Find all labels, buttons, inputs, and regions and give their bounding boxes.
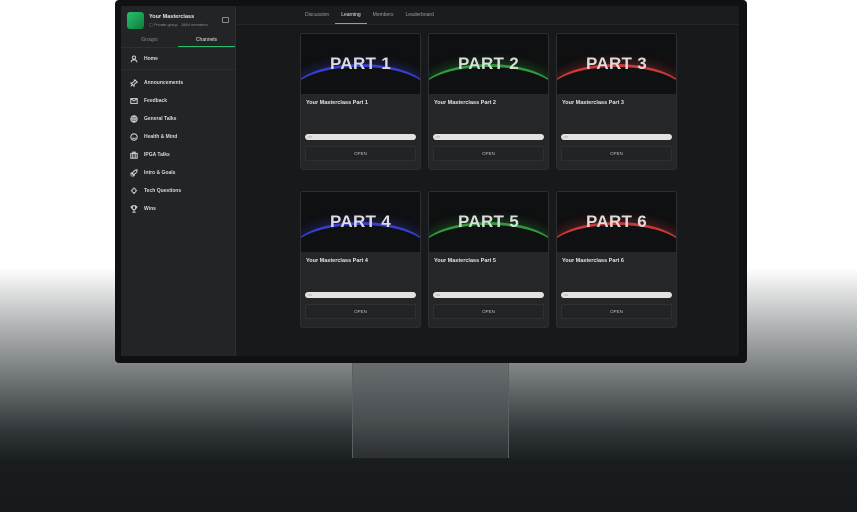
tab-channels[interactable]: Channels <box>178 34 235 47</box>
sidebar-item-tech-questions[interactable]: Tech Questions <box>121 182 235 200</box>
progress-bar: 0% <box>561 292 672 298</box>
sidebar-item-label: Tech Questions <box>144 188 182 194</box>
course-title: Your Masterclass Part 1 <box>306 100 368 106</box>
sidebar-item-label: Health & Mind <box>144 134 178 140</box>
open-button[interactable]: OPEN <box>305 304 416 319</box>
sidebar-item-label: IPGA Talks <box>144 152 170 158</box>
monitor-screen: Your Masterclass ▢ Private group 1864 me… <box>121 6 739 356</box>
progress-label: 0% <box>436 293 441 297</box>
sidebar-item-ipga-talks[interactable]: IPGA Talks <box>121 146 235 164</box>
progress-label: 0% <box>564 293 569 297</box>
progress-bar: 0% <box>561 134 672 140</box>
tab-members[interactable]: Members <box>367 6 400 24</box>
sidebar-item-label: Wins <box>144 206 156 212</box>
sidebar-item-announcements[interactable]: Announcements <box>121 74 235 92</box>
tab-learning[interactable]: Learning <box>335 6 367 24</box>
sidebar-item-label: General Talks <box>144 116 177 122</box>
course-card[interactable]: PART 4 Your Masterclass Part 4 0% OPEN <box>300 191 421 328</box>
progress-bar: 0% <box>433 292 544 298</box>
course-grid: PART 1 Your Masterclass Part 1 0% OPEN P… <box>300 33 677 328</box>
course-card[interactable]: PART 6 Your Masterclass Part 6 0% OPEN <box>556 191 677 328</box>
course-thumbnail: PART 5 <box>429 192 548 252</box>
mail-icon <box>130 98 138 104</box>
open-button[interactable]: OPEN <box>433 146 544 161</box>
course-title: Your Masterclass Part 6 <box>562 258 624 264</box>
rocket-icon <box>130 169 138 177</box>
group-logo <box>127 11 144 29</box>
course-title: Your Masterclass Part 5 <box>434 258 496 264</box>
sidebar-item-intro-goals[interactable]: Intro & Goals <box>121 164 235 182</box>
progress-label: 0% <box>564 135 569 139</box>
course-thumbnail: PART 6 <box>557 192 676 252</box>
user-icon <box>130 55 138 62</box>
thumbnail-text: PART 1 <box>330 54 391 73</box>
course-title: Your Masterclass Part 3 <box>562 100 624 106</box>
course-thumbnail: PART 1 <box>301 34 420 94</box>
progress-bar: 0% <box>433 134 544 140</box>
member-count: 1864 members <box>181 21 208 27</box>
pin-icon <box>130 79 138 87</box>
open-button[interactable]: OPEN <box>561 146 672 161</box>
thumbnail-text: PART 3 <box>586 54 647 73</box>
sidebar: Your Masterclass ▢ Private group 1864 me… <box>121 6 236 356</box>
course-card[interactable]: PART 2 Your Masterclass Part 2 0% OPEN <box>428 33 549 170</box>
thumbnail-text: PART 2 <box>458 54 519 73</box>
progress-bar: 0% <box>305 292 416 298</box>
group-header: Your Masterclass ▢ Private group 1864 me… <box>121 6 235 34</box>
thumbnail-text: PART 5 <box>458 212 519 231</box>
sidebar-item-label: Announcements <box>144 80 184 86</box>
progress-label: 0% <box>308 293 313 297</box>
tab-groups[interactable]: Groups <box>121 34 178 47</box>
collapse-sidebar-icon[interactable] <box>222 17 229 23</box>
thumbnail-text: PART 4 <box>330 212 391 231</box>
sidebar-item-general-talks[interactable]: General Talks <box>121 110 235 128</box>
course-card[interactable]: PART 5 Your Masterclass Part 5 0% OPEN <box>428 191 549 328</box>
course-card[interactable]: PART 1 Your Masterclass Part 1 0% OPEN <box>300 33 421 170</box>
top-nav: Discussion Learning Members Leaderboard <box>237 6 739 25</box>
course-thumbnail: PART 3 <box>557 34 676 94</box>
course-thumbnail: PART 4 <box>301 192 420 252</box>
smile-icon <box>130 133 138 141</box>
monitor-stand <box>352 360 509 458</box>
briefcase-icon <box>130 151 138 159</box>
progress-label: 0% <box>308 135 313 139</box>
thumbnail-text: PART 6 <box>586 212 647 231</box>
open-button[interactable]: OPEN <box>433 304 544 319</box>
sidebar-item-home[interactable]: Home <box>121 48 235 70</box>
open-button[interactable]: OPEN <box>561 304 672 319</box>
sidebar-item-feedback[interactable]: Feedback <box>121 92 235 110</box>
tab-leaderboard[interactable]: Leaderboard <box>400 6 440 24</box>
open-button[interactable]: OPEN <box>305 146 416 161</box>
sidebar-item-label: Feedback <box>144 98 168 104</box>
lightbulb-icon <box>130 187 138 194</box>
globe-icon <box>130 115 138 123</box>
course-title: Your Masterclass Part 4 <box>306 258 368 264</box>
group-name: Your Masterclass <box>149 13 195 20</box>
trophy-icon <box>130 205 138 213</box>
tab-discussion[interactable]: Discussion <box>299 6 335 24</box>
course-card[interactable]: PART 3 Your Masterclass Part 3 0% OPEN <box>556 33 677 170</box>
sidebar-item-label: Intro & Goals <box>144 170 176 176</box>
sidebar-item-label: Home <box>144 55 158 62</box>
sidebar-item-health-mind[interactable]: Health & Mind <box>121 128 235 146</box>
course-title: Your Masterclass Part 2 <box>434 100 496 106</box>
sidebar-item-wins[interactable]: Wins <box>121 200 235 218</box>
course-thumbnail: PART 2 <box>429 34 548 94</box>
progress-label: 0% <box>436 135 441 139</box>
progress-bar: 0% <box>305 134 416 140</box>
group-privacy: Private group <box>153 21 178 27</box>
